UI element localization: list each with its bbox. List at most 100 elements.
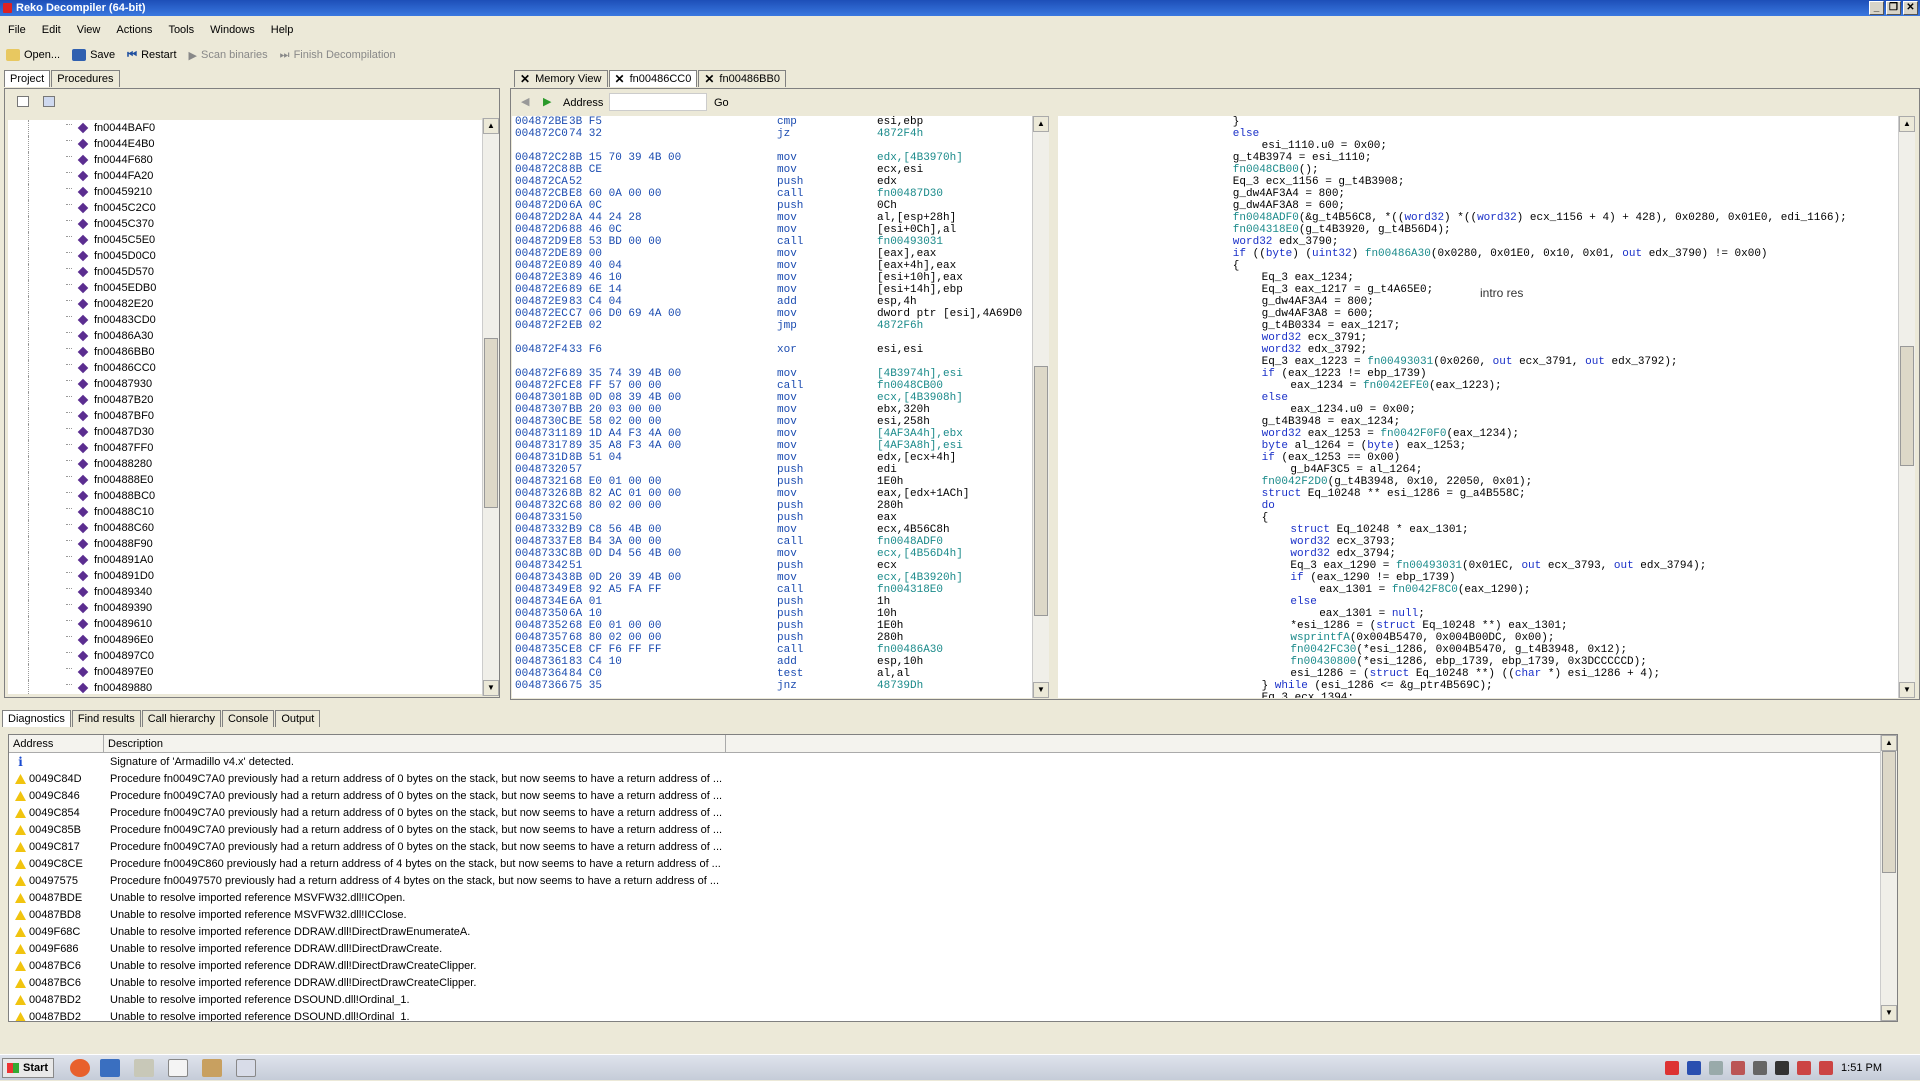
tree-item[interactable]: fn00486BB0	[8, 344, 486, 360]
asm-operand[interactable]: fn004318E0	[877, 584, 943, 596]
asm-line[interactable]: 004872CB E8 60 0A 00 00 call fn00487D30	[512, 188, 1032, 200]
asm-address[interactable]: 00487311	[515, 428, 568, 440]
close-button[interactable]: ✕	[1903, 1, 1918, 15]
tray-icon[interactable]	[1819, 1061, 1834, 1075]
asm-address[interactable]: 004872DE	[515, 248, 568, 260]
asm-line[interactable]: 00487357 68 80 02 00 00 push 280h	[512, 632, 1032, 644]
asm-line[interactable]: 0048731D 8B 51 04 mov edx,[ecx+4h]	[512, 452, 1032, 464]
tree-item[interactable]: fn00459210	[8, 184, 486, 200]
maximize-button[interactable]: ❐	[1886, 1, 1901, 15]
scan-binaries-button[interactable]: ▶ Scan binaries	[189, 49, 268, 62]
asm-address[interactable]: 0048733C	[515, 548, 568, 560]
diagnostic-row[interactable]: 0049C85B Procedure fn0049C7A0 previously …	[9, 822, 1889, 839]
address-input[interactable]	[609, 93, 707, 111]
tree-item[interactable]: fn00489390	[8, 600, 486, 616]
asm-address[interactable]: 004872E3	[515, 272, 568, 284]
asm-address[interactable]: 00487317	[515, 440, 568, 452]
asm-address[interactable]: 00487331	[515, 512, 568, 524]
tab-project[interactable]: Project	[4, 70, 51, 87]
asm-line[interactable]: 004872E6 89 6E 14 mov [esi+14h],ebp	[512, 284, 1032, 296]
column-description[interactable]: Description	[104, 735, 726, 752]
tab-diagnostics[interactable]: Diagnostics	[2, 710, 71, 727]
tree-item[interactable]: fn00489610	[8, 616, 486, 632]
save-button[interactable]: Save	[72, 49, 115, 61]
scroll-down-icon[interactable]: ▼	[1033, 682, 1049, 698]
asm-address[interactable]: 00487301	[515, 392, 568, 404]
asm-operand[interactable]: edx,[4B3970h]	[877, 152, 963, 164]
asm-address[interactable]: 0048730C	[515, 416, 568, 428]
tab-memory-view[interactable]: ✕ Memory View	[514, 70, 608, 87]
code-function-link[interactable]: fn00486A30	[1365, 248, 1431, 260]
asm-line[interactable]: 004872C8 8B CE mov ecx,esi	[512, 164, 1032, 176]
tree-item[interactable]: fn004891D0	[8, 568, 486, 584]
asm-operand[interactable]: ecx,[4B3920h]	[877, 572, 963, 584]
collapse-icon[interactable]	[17, 96, 29, 107]
asm-operand[interactable]: fn00487D30	[877, 188, 943, 200]
diagnostic-row[interactable]: 00487BC6 Unable to resolve imported refer…	[9, 958, 1889, 975]
tree-item[interactable]: fn004891A0	[8, 552, 486, 568]
asm-line[interactable]: 004872D9 E8 53 BD 00 00 call fn00493031	[512, 236, 1032, 248]
asm-operand[interactable]: [4AF3A8h],esi	[877, 440, 963, 452]
tree-item[interactable]: fn00487930	[8, 376, 486, 392]
tree-item[interactable]: fn00488BC0	[8, 488, 486, 504]
tree-item[interactable]: fn0045D0C0	[8, 248, 486, 264]
menu-help[interactable]: Help	[263, 24, 302, 36]
tree-item[interactable]: fn00488C60	[8, 520, 486, 536]
menu-edit[interactable]: Edit	[34, 24, 69, 36]
scroll-up-icon[interactable]: ▲	[1899, 116, 1915, 132]
go-button[interactable]: Go	[714, 97, 729, 109]
code-function-link[interactable]: wsprintfA	[1290, 632, 1349, 644]
tree-item[interactable]: fn0045C5E0	[8, 232, 486, 248]
tree-item[interactable]: fn004897E0	[8, 664, 486, 680]
tree-item[interactable]: fn00488C10	[8, 504, 486, 520]
asm-line[interactable]: 004872D0 6A 0C push 0Ch	[512, 200, 1032, 212]
asm-line[interactable]	[512, 356, 1032, 368]
asm-address[interactable]: 00487352	[515, 620, 568, 632]
asm-address[interactable]: 00487321	[515, 476, 568, 488]
asm-line[interactable]: 00487352 68 E0 01 00 00 push 1E0h	[512, 620, 1032, 632]
scroll-down-icon[interactable]: ▼	[1881, 1005, 1897, 1021]
tree-item[interactable]: fn00487FF0	[8, 440, 486, 456]
asm-operand[interactable]: fn00486A30	[877, 644, 943, 656]
diagnostic-row[interactable]: 0049F68C Unable to resolve imported refer…	[9, 924, 1889, 941]
asm-line[interactable]: 00487326 8B 82 AC 01 00 00 mov eax,[edx+1AC…	[512, 488, 1032, 500]
asm-operand[interactable]: ecx,[4B56D4h]	[877, 548, 963, 560]
tray-icon[interactable]	[1687, 1061, 1702, 1075]
code-function-link[interactable]: fn0048CB00	[1233, 164, 1299, 176]
tree-scrollbar[interactable]: ▲ ▼	[482, 118, 499, 696]
tree-item[interactable]: fn0044E4B0	[8, 136, 486, 152]
restart-button[interactable]: ⏮ Restart	[127, 49, 176, 62]
menu-file[interactable]: File	[0, 24, 34, 36]
code-scrollbar[interactable]: ▲ ▼	[1898, 116, 1915, 698]
asm-operand[interactable]: [4B3974h],esi	[877, 368, 963, 380]
asm-line[interactable]: 004872EC C7 06 D0 69 4A 00 mov dword ptr [e…	[512, 308, 1032, 320]
asm-line[interactable]: 0048730C BE 58 02 00 00 mov esi,258h	[512, 416, 1032, 428]
asm-address[interactable]: 004872F6	[515, 368, 568, 380]
tree-item[interactable]: fn00488280	[8, 456, 486, 472]
asm-line[interactable]: 004872F2 EB 02 jmp 4872F6h	[512, 320, 1032, 332]
tree-item[interactable]: fn0045C370	[8, 216, 486, 232]
tray-icon[interactable]	[1731, 1061, 1746, 1075]
tab-console[interactable]: Console	[221, 710, 275, 727]
scroll-down-icon[interactable]: ▼	[1899, 682, 1915, 698]
open-button[interactable]: Open...	[6, 49, 60, 61]
asm-line[interactable]: 00487342 51 push ecx	[512, 560, 1032, 572]
asm-address[interactable]: 004872D0	[515, 200, 568, 212]
tree-item[interactable]: fn00488F90	[8, 536, 486, 552]
asm-address[interactable]: 00487342	[515, 560, 568, 572]
disassembly-view[interactable]: 004872BE 3B F5 cmp esi,ebp 004872C0 74 32 jz 48…	[512, 116, 1032, 698]
asm-operand[interactable]: 4872F6h	[877, 320, 923, 332]
tab-fn00486cc0[interactable]: ✕ fn00486CC0	[608, 70, 698, 87]
tab-find-results[interactable]: Find results	[71, 710, 141, 727]
close-icon[interactable]: ✕	[704, 71, 714, 87]
tray-icon[interactable]	[1665, 1061, 1680, 1075]
asm-operand[interactable]: fn00493031	[877, 236, 943, 248]
code-function-link[interactable]: fn00493031	[1396, 560, 1462, 572]
asm-line[interactable]: 0048735C E8 CF F6 FF FF call fn00486A30	[512, 644, 1032, 656]
close-icon[interactable]: ✕	[615, 71, 625, 87]
save-taskbar-icon[interactable]	[100, 1059, 120, 1077]
diagnostic-row[interactable]: 00497575 Procedure fn00497570 previously …	[9, 873, 1889, 890]
asm-address[interactable]: 004872F2	[515, 320, 568, 332]
diagnostic-row[interactable]: 00487BDE Unable to resolve imported refer…	[9, 890, 1889, 907]
diagnostic-row[interactable]: 00487BC6 Unable to resolve imported refer…	[9, 975, 1889, 992]
